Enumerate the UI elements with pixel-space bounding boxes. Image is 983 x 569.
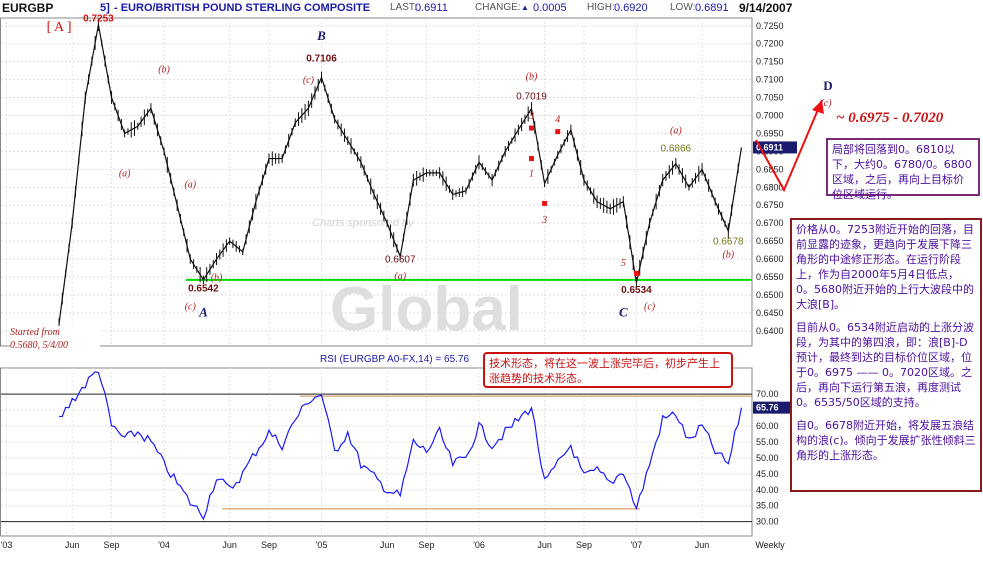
wave-label: 5 — [621, 258, 626, 269]
wave-marker — [542, 200, 548, 206]
wave-label: 3 — [528, 111, 534, 122]
rsi-title: RSI (EURGBP A0-FX,14) = 65.76 — [320, 354, 469, 365]
rsi-last-label: 65.76 — [756, 403, 779, 413]
wave-marker — [555, 129, 561, 135]
rsi-tick-label: 30.00 — [756, 517, 779, 527]
note-main-p1: 价格从0。7253附近开始的回落，目前显露的迹象，更趋向于发展下降三角形的中途修… — [796, 223, 974, 311]
price-tick-label: 0.6650 — [756, 236, 784, 246]
wave-label: 0.7253 — [83, 13, 114, 24]
wave-label: (b) — [158, 64, 170, 75]
note-main-analysis: 价格从0。7253附近开始的回落，目前显露的迹象，更趋向于发展下降三角形的中途修… — [790, 218, 982, 492]
start-note: Started from 0.5680, 5/4/00 — [10, 326, 100, 360]
x-tick-label: Jun — [222, 540, 237, 550]
wave-label: 0.7106 — [306, 54, 337, 65]
rsi-series — [1, 371, 752, 523]
wave-marker — [528, 156, 534, 162]
wave-label: 1 — [529, 169, 534, 180]
rsi-tick-label: 40.00 — [756, 485, 779, 495]
wave-label: (a) — [119, 169, 131, 180]
wave-label: (c) — [303, 75, 315, 86]
watermark-brand: Global — [330, 275, 523, 344]
rsi-tick-label: 60.00 — [756, 421, 779, 431]
wave-label: (b) — [722, 249, 734, 260]
x-tick-label: '06 — [473, 540, 485, 550]
wave-label: [ A ] — [47, 20, 72, 35]
rsi-tick-label: 35.00 — [756, 501, 779, 511]
x-tick-label: '07 — [631, 540, 643, 550]
x-tick-label: '05 — [316, 540, 328, 550]
x-tick-label: Sep — [576, 540, 592, 550]
price-tick-label: 0.6500 — [756, 290, 784, 300]
wave-label: 0.6534 — [621, 285, 652, 296]
wave-label: B — [316, 28, 326, 43]
price-tick-label: 0.7250 — [756, 21, 784, 31]
x-tick-label: Jun — [695, 540, 710, 550]
note-main-p3: 预计，最终到达的目标价位区域，位于0。6975 —— 0。7020区域。之后，再… — [796, 351, 972, 409]
start-note-line2: 0.5680, 5/4/00 — [10, 340, 69, 351]
x-tick-label: Sep — [418, 540, 434, 550]
x-tick-label: '04 — [158, 540, 170, 550]
price-tick-label: 0.6450 — [756, 308, 784, 318]
price-tick-label: 0.6950 — [756, 128, 784, 138]
wave-label: (a) — [184, 179, 196, 190]
wave-label: (b) — [211, 273, 223, 284]
target-range-label: ~ 0.6975 - 0.7020 — [836, 110, 944, 126]
wave-marker — [528, 125, 534, 131]
price-tick-label: 0.6600 — [756, 254, 784, 264]
note-wave-d-text: 局部将回落到0。6810以下，大约0。6780/0。6800区域，之后，再向上目… — [832, 143, 972, 201]
wave-label: 0.7019 — [516, 91, 547, 102]
price-tick-label: 0.7200 — [756, 39, 784, 49]
wave-marker — [633, 270, 639, 276]
wave-label: (a) — [670, 125, 682, 136]
wave-label: 0.6678 — [713, 237, 744, 248]
rsi-tick-label: 50.00 — [756, 453, 779, 463]
wave-label: 0.6866 — [661, 143, 692, 154]
x-tick-label: '03 — [1, 540, 13, 550]
x-tick-label: Jun — [65, 540, 80, 550]
wave-label: 3 — [541, 215, 547, 226]
rsi-panel-frame — [0, 367, 753, 537]
price-tick-label: 0.6550 — [756, 272, 784, 282]
note-main-p2: 目前从0。6534附近启动的上涨分波段，为其中的第四浪，即：浪[B]-D — [796, 321, 974, 349]
target-wave-letter: D — [823, 78, 832, 93]
rsi-tick-label: 70.00 — [756, 389, 779, 399]
start-note-line1: Started from — [10, 327, 60, 338]
x-period-label: Weekly — [755, 540, 785, 550]
wave-label: (c) — [644, 301, 656, 312]
x-tick-label: Jun — [537, 540, 552, 550]
note-technical-text: 技术形态，将在这一波上涨完毕后，初步产生上涨趋势的技术形态。 — [489, 357, 720, 385]
rsi-tick-label: 55.00 — [756, 437, 779, 447]
note-main-p4: 自0。6678附近开始，将发展五浪结构的浪(c)。倾向于发展扩张性倾斜三角形的上… — [796, 419, 976, 462]
wave-label: 0.6607 — [385, 255, 416, 266]
price-tick-label: 0.6400 — [756, 326, 784, 336]
wave-label: 0.6542 — [188, 283, 219, 294]
x-tick-label: Sep — [261, 540, 277, 550]
x-tick-label: Jun — [380, 540, 395, 550]
price-tick-label: 0.7000 — [756, 110, 784, 120]
wave-label: A — [198, 304, 208, 319]
wave-label: 4 — [555, 115, 560, 126]
rsi-tick-label: 45.00 — [756, 469, 779, 479]
watermark-sponsor: Charts sponsored by — [312, 217, 415, 229]
x-tick-label: Sep — [104, 540, 120, 550]
price-tick-label: 0.6700 — [756, 218, 784, 228]
price-tick-label: 0.7150 — [756, 57, 784, 67]
wave-label: (a) — [394, 271, 406, 282]
note-wave-d: 局部将回落到0。6810以下，大约0。6780/0。6800区域，之后，再向上目… — [826, 138, 980, 201]
note-technical: 技术形态，将在这一波上涨完毕后，初步产生上涨趋势的技术形态。 — [483, 352, 733, 388]
watermark: Charts sponsored by Global — [312, 217, 523, 344]
wave-label: (b) — [526, 72, 538, 83]
price-tick-label: 0.6750 — [756, 200, 784, 210]
target-wave-label: (c) — [820, 98, 832, 109]
price-tick-label: 0.7050 — [756, 93, 784, 103]
price-tick-label: 0.7100 — [756, 75, 784, 85]
wave-label: C — [619, 304, 628, 319]
wave-label: (c) — [185, 301, 197, 312]
